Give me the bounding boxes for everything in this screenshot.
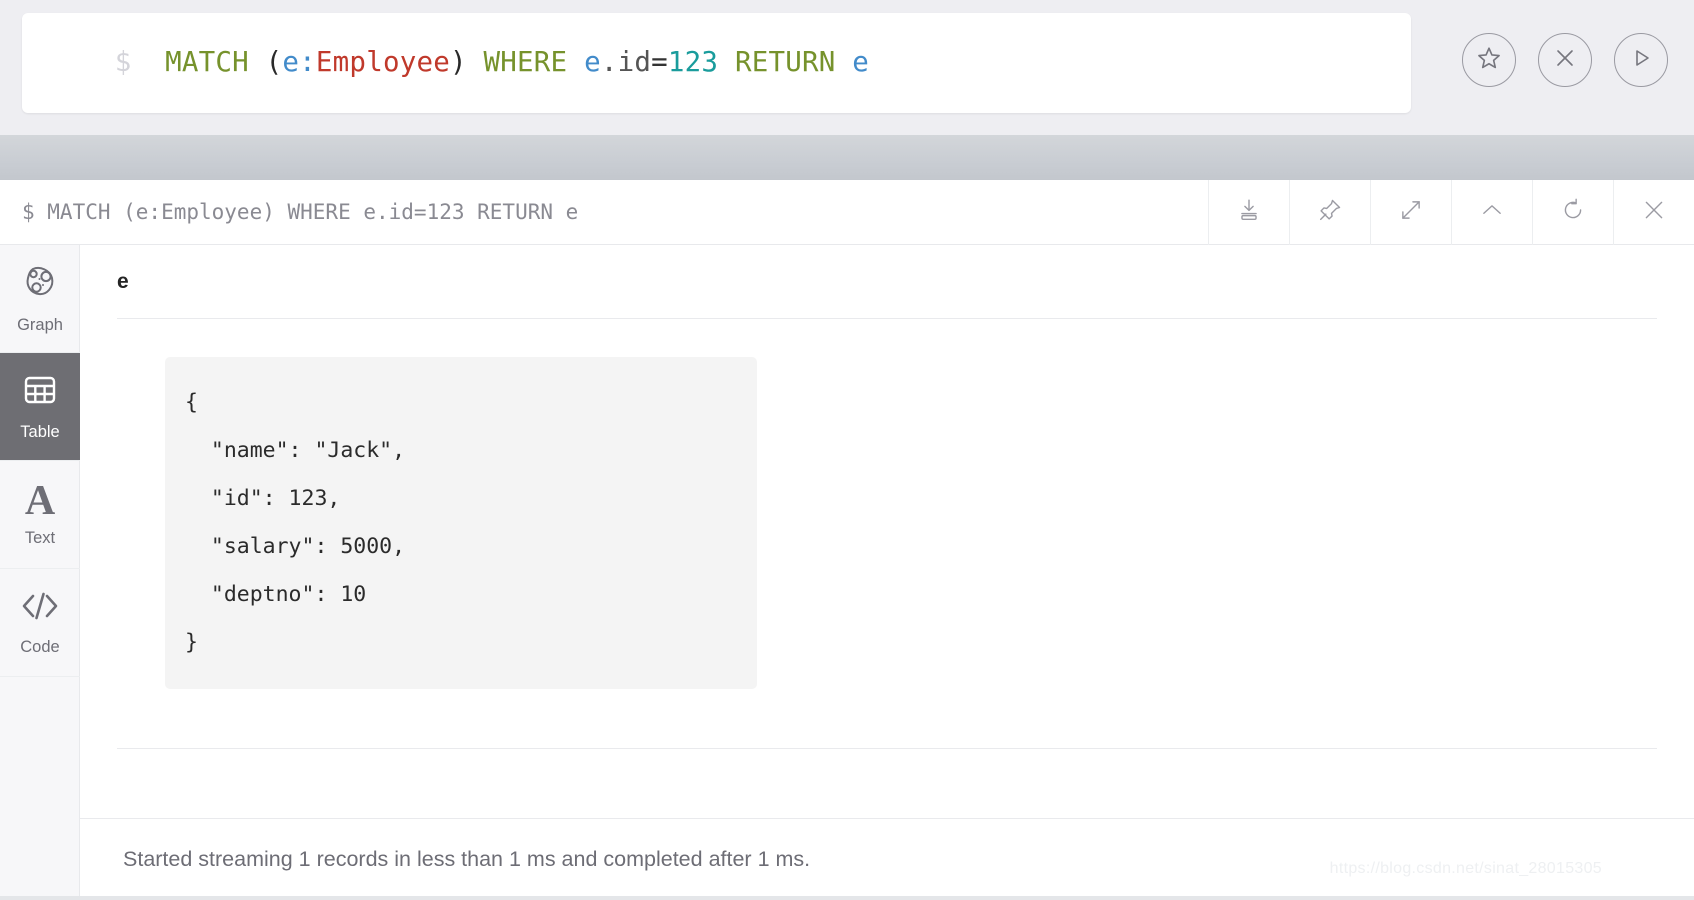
fullscreen-button[interactable] (1370, 180, 1451, 245)
content-divider (117, 748, 1657, 749)
play-icon (1629, 46, 1653, 75)
editor-prompt: $ (114, 46, 132, 79)
token-colon: : (299, 46, 316, 79)
sidebar-item-label: Table (20, 423, 60, 441)
record-json-card: { "name": "Jack", "id": 123, "salary": 5… (165, 357, 757, 689)
space-1 (132, 46, 149, 78)
token-variable-e2: e (584, 46, 601, 79)
sidebar-item-label: Text (24, 528, 56, 547)
close-frame-button[interactable] (1613, 180, 1694, 245)
download-button[interactable] (1208, 180, 1289, 245)
favorite-icon (1476, 45, 1502, 76)
chevron-up-icon (1479, 197, 1505, 228)
text-icon: A (24, 477, 56, 524)
space-3 (467, 46, 484, 78)
close-icon (1553, 46, 1577, 75)
frame-query-label: $ MATCH (e:Employee) WHERE e.id=123 RETU… (22, 200, 579, 224)
expand-icon (1398, 197, 1424, 228)
frame-titlebar: $ MATCH (e:Employee) WHERE e.id=123 RETU… (0, 180, 1694, 245)
result-frame: $ MATCH (e:Employee) WHERE e.id=123 RETU… (0, 180, 1694, 900)
view-mode-sidebar: Graph Table A Text Code (0, 245, 80, 900)
table-icon (21, 371, 59, 414)
sidebar-item-label: Graph (17, 316, 63, 334)
status-bar: Started streaming 1 records in less than… (80, 818, 1694, 900)
frame-toolbar (1208, 180, 1694, 245)
query-editor-input[interactable]: $ MATCH (e:Employee) WHERE e.id=123 RETU… (98, 49, 869, 77)
clear-button[interactable] (1538, 33, 1592, 87)
token-match: MATCH (165, 46, 249, 79)
sidebar-item-label: Code (20, 638, 60, 656)
token-operator-equals: = (651, 46, 668, 79)
favorite-button[interactable] (1462, 33, 1516, 87)
token-paren-open: ( (265, 46, 283, 79)
space-1b (148, 46, 165, 78)
collapse-button[interactable] (1451, 180, 1532, 245)
sidebar-item-code[interactable]: Code (0, 569, 80, 677)
token-label-employee: Employee (315, 46, 450, 79)
space-2 (249, 46, 266, 78)
query-editor-bar: $ MATCH (e:Employee) WHERE e.id=123 RETU… (0, 0, 1694, 135)
status-message: Started streaming 1 records in less than… (123, 847, 811, 871)
run-button[interactable] (1614, 33, 1668, 87)
close-icon (1641, 197, 1667, 228)
token-number-123: 123 (667, 46, 719, 79)
rerun-button[interactable] (1532, 180, 1613, 245)
editor-action-buttons (1462, 33, 1668, 87)
code-icon (19, 588, 61, 629)
pin-button[interactable] (1289, 180, 1370, 245)
query-editor-card[interactable]: $ MATCH (e:Employee) WHERE e.id=123 RETU… (22, 13, 1411, 113)
editor-result-separator (0, 135, 1694, 180)
token-variable-e3: e (852, 46, 870, 79)
space-4 (567, 46, 584, 78)
refresh-icon (1560, 197, 1586, 228)
pin-icon (1317, 197, 1343, 228)
header-divider (117, 318, 1657, 319)
table-column-header: e (117, 270, 129, 293)
space-5 (718, 46, 735, 78)
token-variable-e1: e (282, 46, 300, 79)
token-return: RETURN (734, 46, 836, 79)
token-property-id: .id (600, 46, 652, 79)
bottom-edge (0, 896, 1694, 900)
token-paren-close: ) (449, 46, 467, 79)
token-where: WHERE (483, 46, 568, 79)
table-result-content: e { "name": "Jack", "id": 123, "salary":… (80, 245, 1694, 818)
graph-icon (20, 262, 60, 307)
record-json-value: { "name": "Jack", "id": 123, "salary": 5… (185, 390, 406, 655)
sidebar-item-text[interactable]: A Text (0, 461, 80, 569)
sidebar-item-table[interactable]: Table (0, 353, 80, 461)
space-6 (835, 46, 852, 78)
download-icon (1236, 197, 1262, 228)
prompt-symbol (98, 46, 115, 78)
watermark-text: https://blog.csdn.net/sinat_28015305 (1329, 860, 1602, 877)
sidebar-item-graph[interactable]: Graph (0, 245, 80, 353)
